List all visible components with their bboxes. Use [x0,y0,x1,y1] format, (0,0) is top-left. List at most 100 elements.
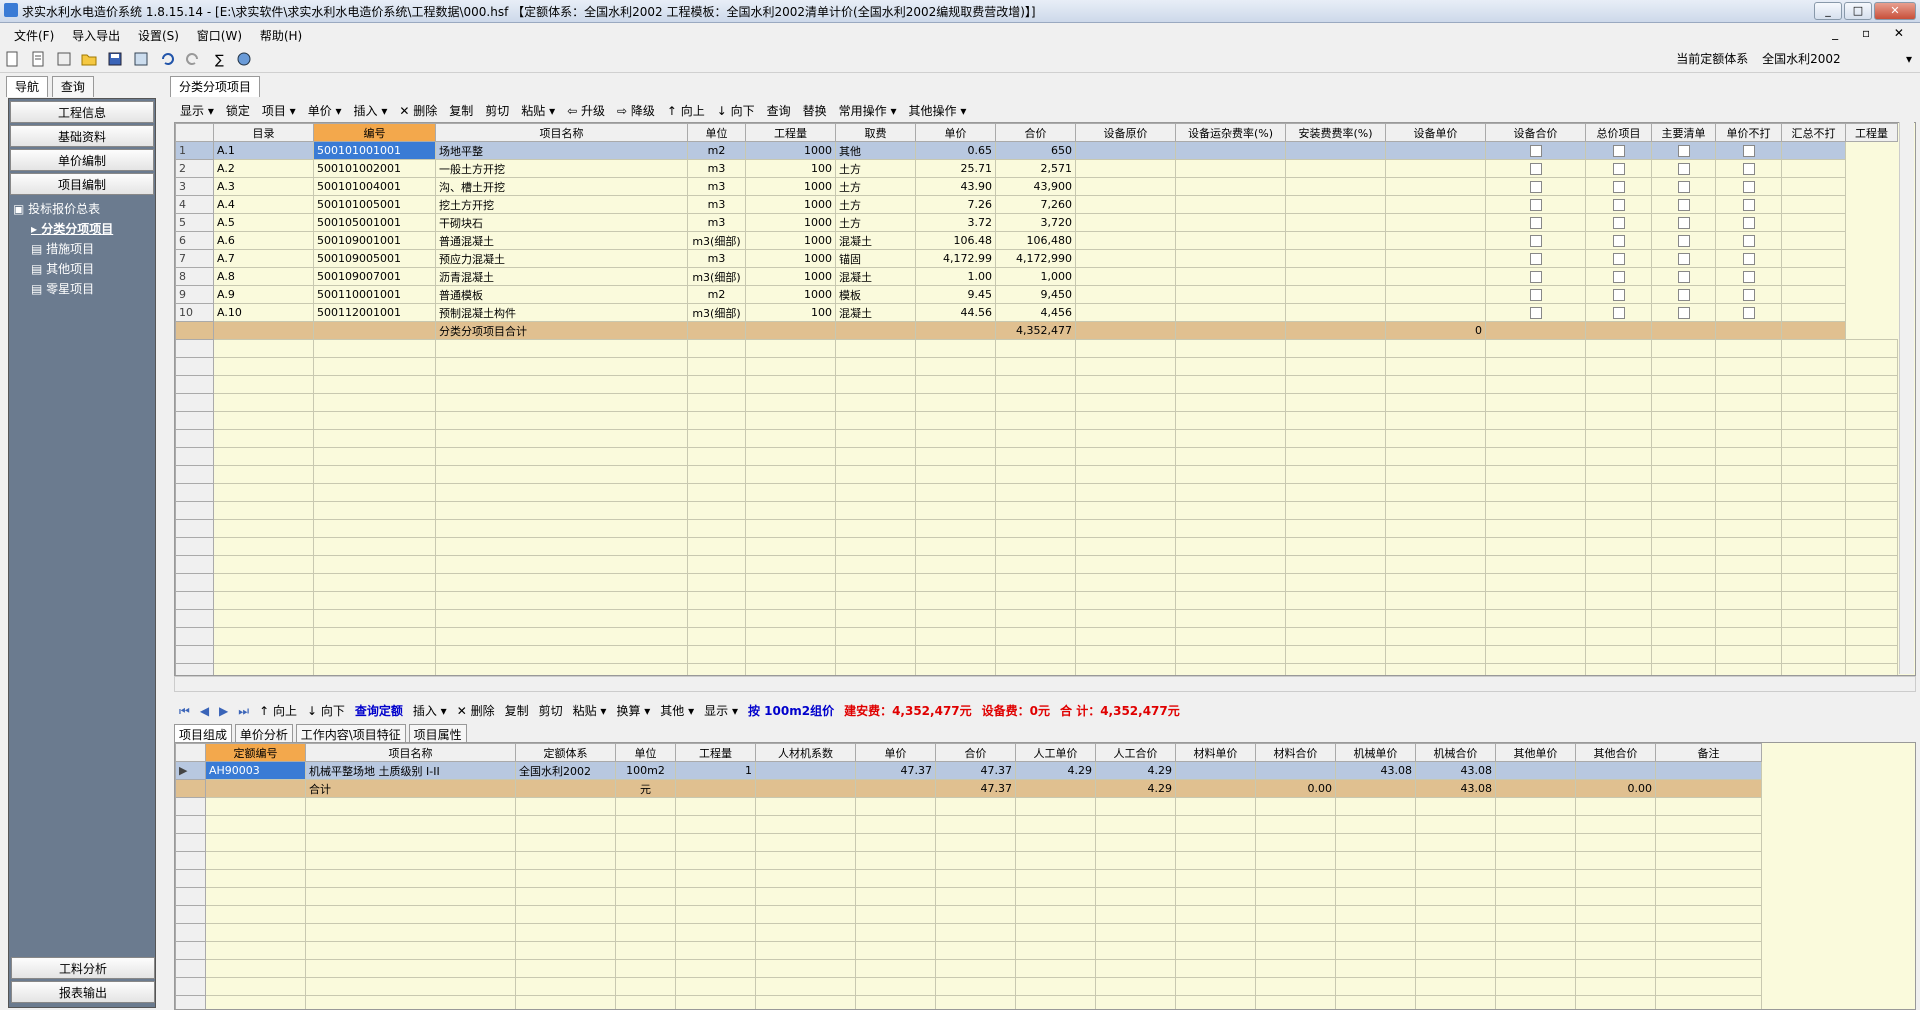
table-cell[interactable]: 1000 [745,141,836,160]
table-cell[interactable]: 43.90 [915,177,996,196]
table-cell[interactable]: 混凝土 [835,267,916,286]
checkbox[interactable] [1742,235,1755,247]
column-header[interactable]: 项目名称 [435,123,688,142]
table-cell[interactable]: 模板 [835,285,916,304]
table-cell[interactable]: 全国水利2002 [515,761,616,780]
checkbox[interactable] [1742,181,1755,193]
column-header[interactable]: 设备运杂费率(%) [1175,123,1286,142]
table-cell[interactable]: A.9 [213,285,314,304]
table-cell[interactable]: 7.26 [915,195,996,214]
table-cell[interactable]: 混凝土 [835,303,916,322]
nav-prev-icon[interactable]: ◀ [200,704,209,718]
items-grid-vertical-scrollbar[interactable] [1899,122,1914,674]
table-cell[interactable]: 3.72 [915,213,996,232]
column-header[interactable]: 定额体系 [515,743,616,762]
tab-unit-price-analysis[interactable]: 单价分析 [234,724,293,744]
checkbox[interactable] [1677,145,1690,157]
table-cell[interactable]: 4,172,990 [995,249,1076,268]
toolbar-button[interactable]: 锁定 [226,102,250,119]
column-header[interactable]: 取费 [835,123,916,142]
table-cell[interactable]: m3(细部) [687,267,746,286]
toolbar-button[interactable]: 剪切 [539,702,563,719]
column-header[interactable]: 人工单价 [1015,743,1096,762]
checkbox[interactable] [1677,235,1690,247]
checkbox[interactable] [1529,289,1542,301]
column-header[interactable]: 项目名称 [305,743,516,762]
table-cell[interactable]: m3 [687,249,746,268]
checkbox[interactable] [1612,145,1625,157]
table-cell[interactable]: 500109005001 [313,249,436,268]
checkbox[interactable] [1742,271,1755,283]
column-header[interactable]: 工程量 [745,123,836,142]
checkbox[interactable] [1742,289,1755,301]
table-row[interactable]: 8 A.8 500109007001 沥青混凝土 m3(细部) 1000 混凝土 1.00 1,… [175,267,1898,286]
table-cell[interactable]: 0.65 [915,141,996,160]
column-header[interactable]: 合价 [995,123,1076,142]
table-cell[interactable]: 1000 [745,195,836,214]
column-header[interactable]: 材料合价 [1255,743,1336,762]
table-cell[interactable]: 650 [995,141,1076,160]
template-icon[interactable] [56,51,72,67]
table-cell[interactable]: 3,720 [995,213,1076,232]
table-row[interactable]: 6 A.6 500109001001 普通混凝土 m3(细部) 1000 混凝土 106.48… [175,231,1898,250]
column-header[interactable]: 单价不打 [1715,123,1782,142]
toolbar-button[interactable]: ✕ 删除 [457,702,495,719]
table-cell[interactable]: m3 [687,195,746,214]
checkbox[interactable] [1677,253,1690,265]
table-cell[interactable]: 预应力混凝土 [435,249,688,268]
checkbox[interactable] [1529,235,1542,247]
checkbox[interactable] [1742,199,1755,211]
nav-last-icon[interactable]: ⏭ [238,704,249,719]
web-icon[interactable] [236,51,252,67]
checkbox[interactable] [1742,253,1755,265]
table-cell[interactable]: 500101002001 [313,159,436,178]
menu-help[interactable]: 帮助(H) [260,27,302,44]
checkbox[interactable] [1612,271,1625,283]
table-cell[interactable]: A.7 [213,249,314,268]
toolbar-button[interactable]: ↓ 向下 [307,702,345,719]
table-cell[interactable]: 100 [745,303,836,322]
checkbox[interactable] [1612,235,1625,247]
table-cell[interactable]: 沥青混凝土 [435,267,688,286]
checkbox[interactable] [1677,307,1690,319]
table-cell[interactable]: m2 [687,285,746,304]
tab-item-properties[interactable]: 项目属性 [408,724,467,744]
column-header[interactable]: 人材机系数 [755,743,856,762]
table-cell[interactable]: A.1 [213,141,314,160]
table-cell[interactable]: m3(细部) [687,231,746,250]
toolbar-button[interactable]: 插入 ▾ [413,702,447,719]
toolbar-button[interactable]: 复制 [449,102,473,119]
checkbox[interactable] [1529,271,1542,283]
toolbar-button[interactable]: 显示 ▾ [180,102,214,119]
tree-item-other[interactable]: ▤ 其他项目 [13,259,155,279]
sum-icon[interactable]: ∑ [211,51,227,67]
column-header[interactable]: 设备原价 [1075,123,1176,142]
table-cell[interactable]: 土方 [835,159,916,178]
menu-file[interactable]: 文件(F) [14,27,54,44]
checkbox[interactable] [1612,163,1625,175]
minimize-button[interactable]: _ [1814,2,1842,20]
column-header[interactable]: 其他单价 [1495,743,1576,762]
table-cell[interactable]: A.2 [213,159,314,178]
table-cell[interactable]: 25.71 [915,159,996,178]
table-cell[interactable]: m3 [687,159,746,178]
table-cell[interactable]: 43.08 [1415,761,1496,780]
table-cell[interactable]: A.6 [213,231,314,250]
nav-base-data-button[interactable]: 基础资料 [10,125,154,147]
redo-icon[interactable] [185,51,201,67]
table-cell[interactable]: 1000 [745,249,836,268]
table-cell[interactable]: 100 [745,159,836,178]
checkbox[interactable] [1742,217,1755,229]
nav-first-icon[interactable]: ⏮ [179,704,190,719]
table-cell[interactable]: 1000 [745,285,836,304]
checkbox[interactable] [1742,145,1755,157]
close-button[interactable]: ✕ [1874,2,1916,20]
table-row[interactable]: 4 A.4 500101005001 挖土方开挖 m3 1000 土方 7.26 7,260 [175,195,1898,214]
menu-import-export[interactable]: 导入导出 [72,27,120,44]
tab-work-content[interactable]: 工作内容\项目特征 [295,724,406,744]
checkbox[interactable] [1677,217,1690,229]
table-cell[interactable]: 1000 [745,231,836,250]
table-cell[interactable]: m3 [687,177,746,196]
save-icon[interactable] [107,51,123,67]
table-row[interactable]: 9 A.9 500110001001 普通模板 m2 1000 模板 9.45 9,450 [175,285,1898,304]
